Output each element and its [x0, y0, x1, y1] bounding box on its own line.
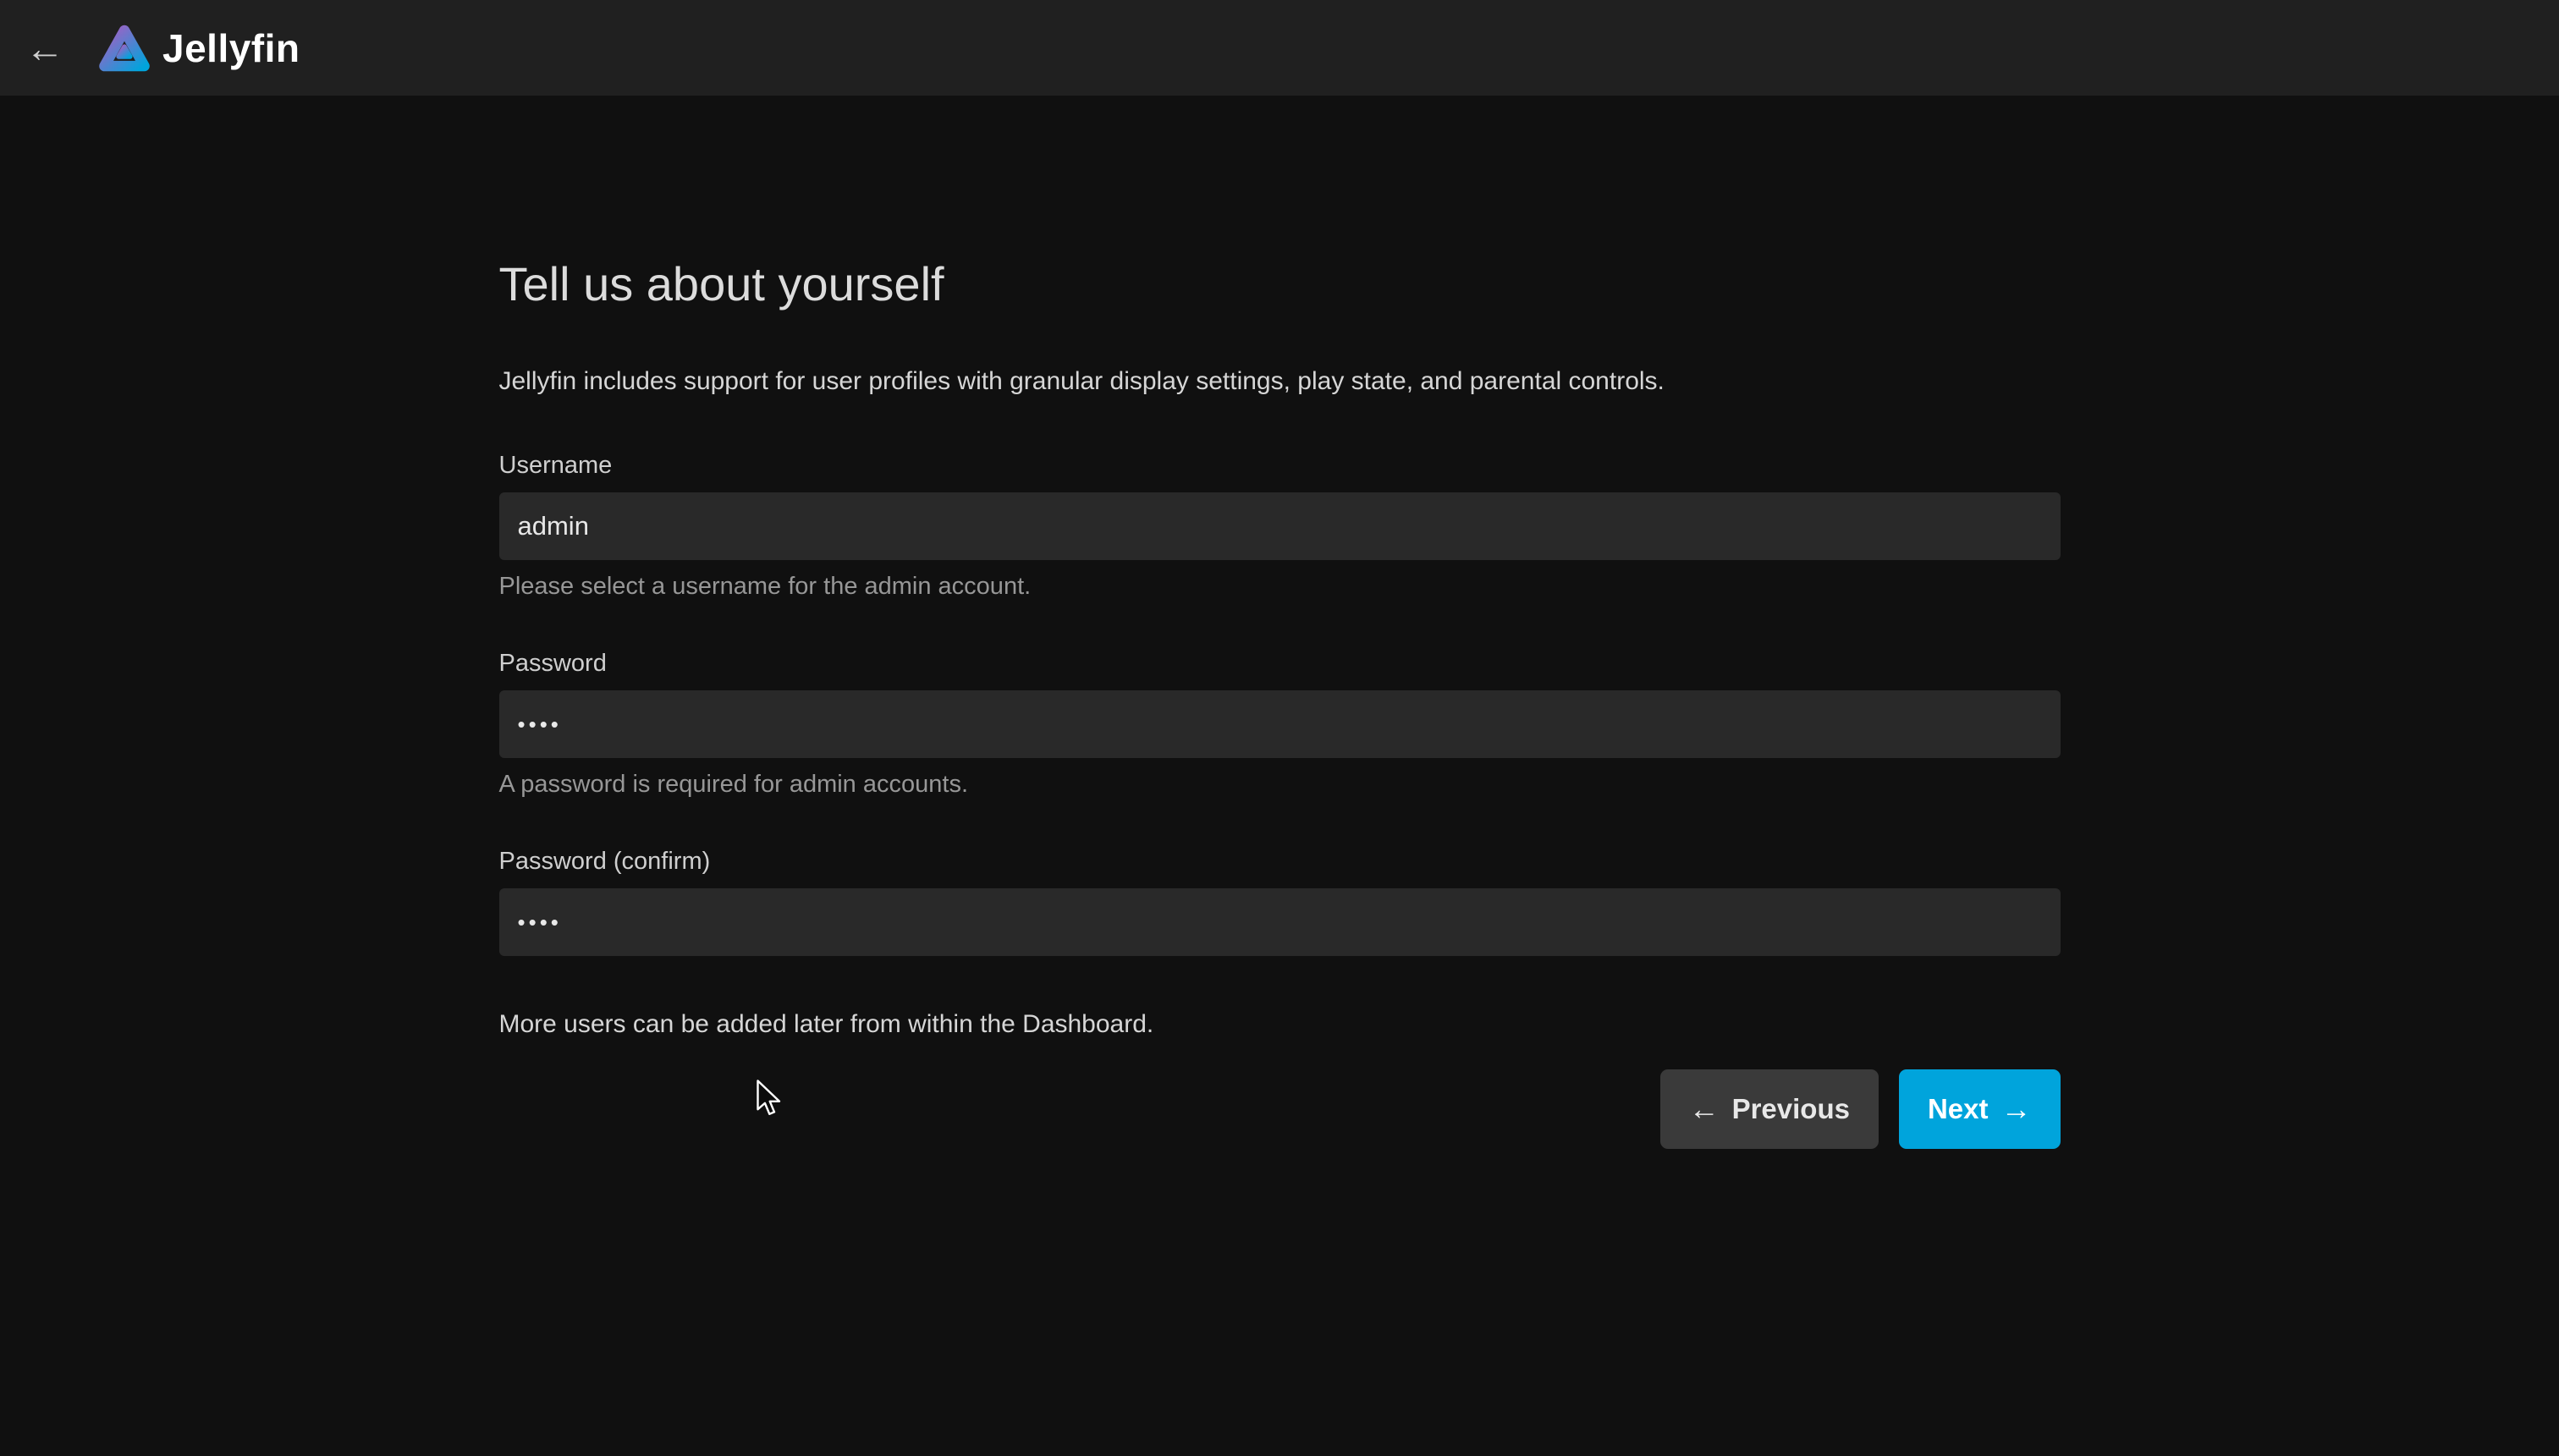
arrow-right-icon: → — [2001, 1094, 2032, 1124]
password-confirm-input[interactable] — [499, 888, 2061, 956]
app-header: ← Jellyfin — [0, 0, 2559, 96]
password-label: Password — [499, 650, 2061, 678]
next-button-label: Next — [1928, 1093, 1989, 1125]
note-text: More users can be added later from withi… — [499, 1010, 2061, 1039]
arrow-left-icon: ← — [1689, 1094, 1720, 1124]
main-content: Tell us about yourself Jellyfin includes… — [0, 96, 2559, 1149]
jellyfin-logo-icon — [98, 22, 151, 74]
username-input[interactable] — [499, 492, 2061, 560]
password-field-group: Password A password is required for admi… — [499, 650, 2061, 799]
next-button[interactable]: Next → — [1899, 1069, 2061, 1149]
username-helper-text: Please select a username for the admin a… — [499, 573, 2061, 601]
password-confirm-field-group: Password (confirm) — [499, 848, 2061, 956]
username-label: Username — [499, 452, 2061, 480]
intro-text: Jellyfin includes support for user profi… — [499, 367, 2061, 396]
brand: Jellyfin — [98, 22, 300, 74]
back-arrow-icon: ← — [25, 26, 64, 70]
password-input[interactable] — [499, 690, 2061, 758]
username-field-group: Username Please select a username for th… — [499, 452, 2061, 601]
password-helper-text: A password is required for admin account… — [499, 771, 2061, 799]
password-confirm-label: Password (confirm) — [499, 848, 2061, 876]
page-title: Tell us about yourself — [499, 256, 2061, 311]
wizard-actions: ← Previous Next → — [499, 1069, 2061, 1149]
app-title: Jellyfin — [162, 25, 300, 71]
back-button[interactable]: ← — [25, 23, 64, 74]
previous-button[interactable]: ← Previous — [1660, 1069, 1879, 1149]
setup-wizard-panel: Tell us about yourself Jellyfin includes… — [499, 96, 2061, 1149]
previous-button-label: Previous — [1732, 1093, 1850, 1125]
